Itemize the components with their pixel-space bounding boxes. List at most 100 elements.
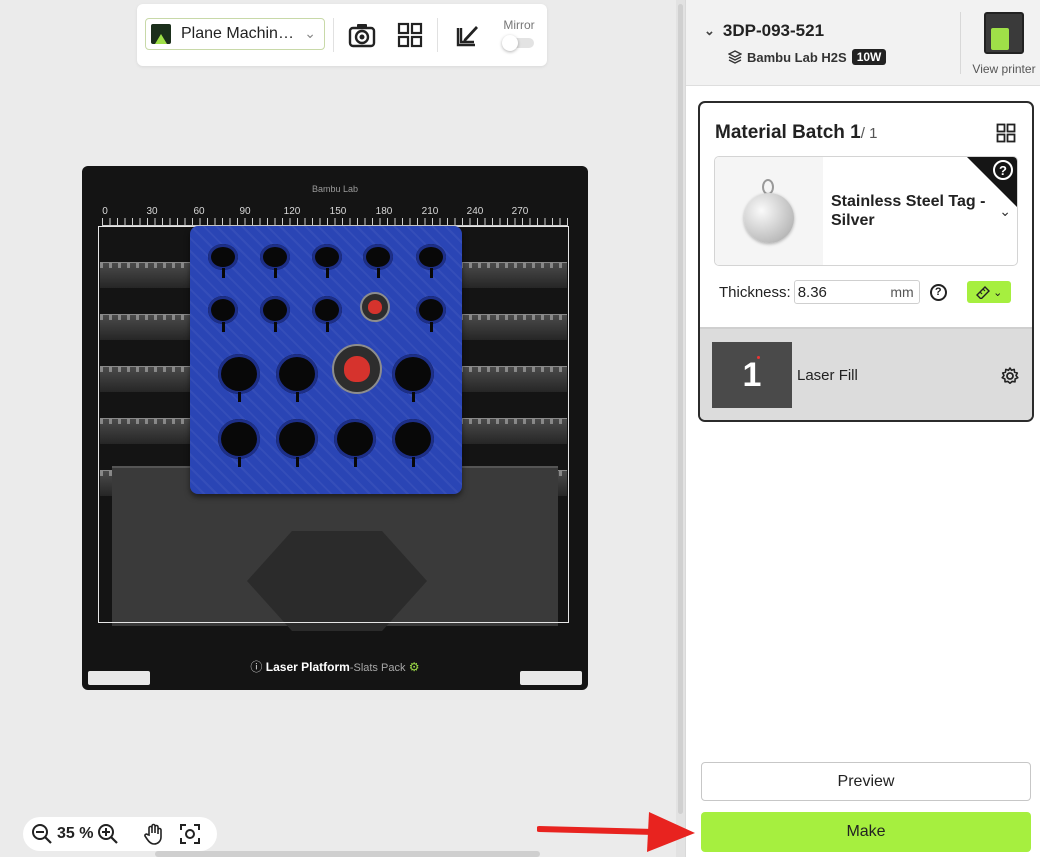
chevron-down-icon: ⌄ — [704, 23, 715, 38]
preview-button[interactable]: Preview — [701, 762, 1031, 801]
thickness-label: Thickness: — [719, 283, 791, 301]
thickness-unit: mm — [890, 284, 914, 300]
zoom-in-button[interactable] — [97, 817, 119, 851]
jig-hole — [416, 244, 446, 278]
mode-select-label: Plane Machin… — [181, 25, 294, 42]
jig-hole — [392, 419, 434, 467]
platform-label: ⓘ Laser Platform-Slats Pack ⚙ — [82, 658, 588, 675]
material-thumbnail — [715, 157, 823, 265]
platform-name: Laser Platform — [265, 660, 350, 674]
printer-id: 3DP-093-521 — [722, 21, 825, 40]
horizontal-scrollbar[interactable] — [155, 851, 540, 857]
jig-hole — [363, 244, 393, 278]
bed-ruler: 0 30 60 90 120 150 180 210 240 270 — [82, 206, 588, 218]
printer-header: ⌄ 3DP-093-521 Bambu Lab H2S 10W View pri… — [686, 0, 1040, 86]
ruler-tick-label: 180 — [375, 206, 393, 217]
blue-jig-object[interactable] — [190, 226, 462, 494]
chevron-down-icon: ⌄ — [999, 203, 1011, 219]
material-selector[interactable]: Stainless Steel Tag - Silver ⌄ ? — [714, 156, 1018, 266]
laser-plane-icon — [151, 24, 171, 44]
ruler-tick-label: 270 — [511, 206, 529, 217]
mirror-label: Mirror — [503, 18, 535, 32]
printer-icon — [984, 12, 1024, 54]
jig-hole — [334, 419, 376, 467]
pan-button[interactable] — [143, 817, 165, 851]
jig-hole — [276, 419, 318, 467]
toolbar-divider — [437, 18, 438, 52]
bed-tab-left — [88, 671, 150, 685]
vertical-scrollbar[interactable] — [676, 0, 685, 857]
mirror-toggle[interactable] — [502, 35, 534, 51]
jig-hole — [312, 296, 342, 332]
jig-hole — [416, 296, 446, 332]
thickness-field[interactable]: mm — [793, 280, 920, 304]
jig-hole — [218, 354, 260, 402]
jig-hole — [218, 419, 260, 467]
ruler-tick-label: 90 — [239, 206, 251, 217]
camera-button[interactable] — [347, 20, 377, 50]
thickness-help-icon[interactable]: ? — [929, 283, 947, 301]
bed-brand-label: Bambu Lab — [311, 184, 359, 194]
ruler-tick-label: 240 — [466, 206, 484, 217]
info-icon: ⓘ — [250, 660, 263, 674]
material-name: Stainless Steel Tag - Silver — [831, 193, 986, 229]
fill-settings-button[interactable] — [1000, 366, 1020, 386]
jig-hole — [208, 244, 238, 278]
jig-hole — [260, 244, 290, 278]
batch-layout-button[interactable] — [996, 123, 1016, 143]
printer-selector[interactable]: ⌄ 3DP-093-521 — [704, 21, 824, 41]
fill-label: Laser Fill — [797, 367, 858, 384]
ruler-tick-label: 30 — [146, 206, 158, 217]
ruler-tick-label: 60 — [193, 206, 205, 217]
steel-tag-large — [332, 344, 382, 394]
platform-settings-icon[interactable]: ⚙ — [409, 660, 420, 674]
jig-hole — [260, 296, 290, 332]
mode-select[interactable]: Plane Machin… ⌄ — [145, 18, 325, 50]
mirror-toggle-group: Mirror — [499, 18, 539, 51]
annotation-arrow-icon — [537, 812, 695, 852]
make-button[interactable]: Make — [701, 812, 1031, 852]
canvas-toolbar: Plane Machin… ⌄ Mirror — [137, 4, 547, 66]
zoom-out-icon — [32, 824, 52, 844]
fill-thumbnail: 1 — [712, 342, 792, 408]
ruler-ticks — [102, 218, 568, 226]
gear-icon — [1001, 367, 1019, 384]
edit-icon — [456, 26, 478, 47]
platform-sub: -Slats Pack — [349, 662, 406, 674]
ruler-tick-label: 120 — [283, 206, 301, 217]
help-icon[interactable]: ? — [993, 160, 1013, 180]
jig-hole — [276, 354, 318, 402]
thickness-input[interactable] — [794, 281, 885, 303]
steel-tag-small — [360, 292, 390, 322]
header-divider — [960, 12, 961, 74]
ruler-tick-label: 150 — [329, 206, 347, 217]
printer-model: Bambu Lab H2S 10W — [728, 49, 887, 65]
ruler-tick-label: 0 — [102, 206, 108, 217]
jig-hole — [208, 296, 238, 332]
batch-count: / 1 — [860, 125, 878, 142]
zoom-in-icon — [98, 824, 119, 844]
arrange-button[interactable] — [395, 20, 425, 50]
fit-view-button[interactable] — [179, 817, 201, 851]
bed-tab-right — [520, 671, 582, 685]
canvas-area[interactable]: Plane Machin… ⌄ Mirror Bambu Lab 0 30 60… — [0, 0, 685, 857]
view-printer-label: View printer — [972, 62, 1036, 76]
chevron-down-icon: ⌄ — [304, 25, 316, 41]
jig-hole — [312, 244, 342, 278]
edit-button[interactable] — [452, 20, 482, 50]
ruler-tick-label: 210 — [421, 206, 439, 217]
batch-title-text: Material Batch 1 — [715, 122, 861, 143]
measure-thickness-button[interactable]: ⌄ — [966, 281, 1011, 303]
app-window: Plane Machin… ⌄ Mirror Bambu Lab 0 30 60… — [0, 0, 1040, 857]
hand-icon — [144, 823, 163, 845]
fit-view-icon — [180, 824, 201, 844]
zoom-value: 35 % — [57, 825, 94, 842]
grid-icon — [397, 22, 423, 48]
material-batch-card: Material Batch 1/ 1 Stainless Steel Tag … — [698, 101, 1034, 422]
zoom-controls: 35 % — [23, 817, 217, 851]
laser-fill-layer[interactable]: 1 Laser Fill — [700, 327, 1032, 420]
zoom-out-button[interactable] — [31, 817, 53, 851]
chevron-down-icon: ⌄ — [993, 286, 1003, 299]
jig-hole — [392, 354, 434, 402]
view-printer-button[interactable]: View printer — [968, 12, 1040, 76]
